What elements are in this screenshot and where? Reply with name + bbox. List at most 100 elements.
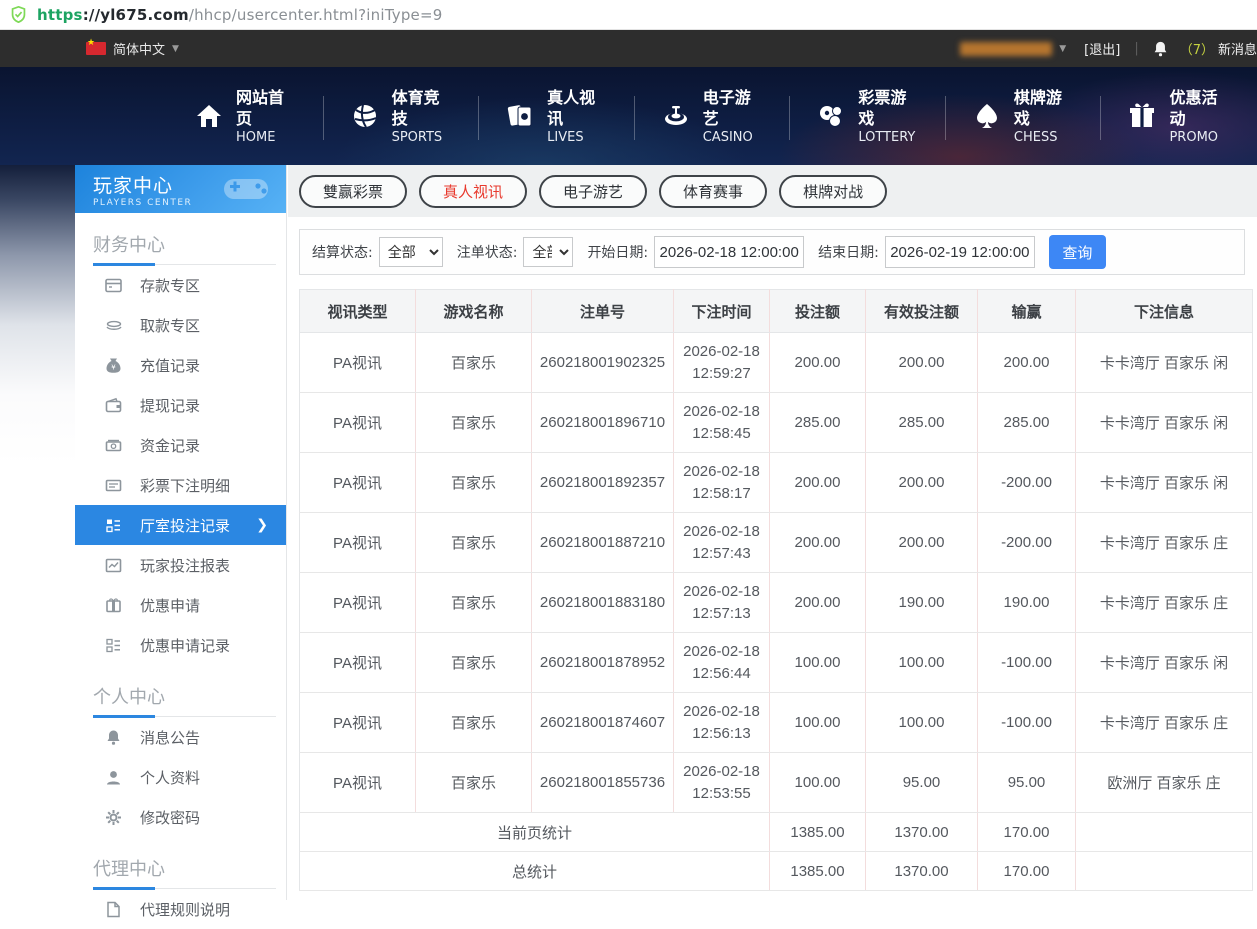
sidebar-item-存款专区[interactable]: 存款专区 xyxy=(75,265,286,305)
table-cell: 卡卡湾厅 百家乐 庄 xyxy=(1076,513,1253,573)
table-cell: 百家乐 xyxy=(416,753,532,813)
nav-item-lottery[interactable]: 彩票游戏LOTTERY xyxy=(790,88,946,144)
summary-row: 当前页统计1385.001370.00170.00 xyxy=(300,813,1253,852)
tab-真人视讯[interactable]: 真人视讯 xyxy=(419,175,527,208)
logout-link[interactable]: [退出] xyxy=(1084,39,1120,58)
table-cell: 200.00 xyxy=(866,333,978,393)
table-cell: 95.00 xyxy=(978,753,1076,813)
sidebar-item-厅室投注记录[interactable]: 厅室投注记录❯ xyxy=(75,505,286,545)
nav-item-promo[interactable]: 优惠活动PROMO xyxy=(1101,88,1257,144)
sidebar-item-label: 存款专区 xyxy=(140,275,200,296)
sidebar-item-消息公告[interactable]: 消息公告 xyxy=(75,717,286,757)
sidebar-item-代理规则说明[interactable]: 代理规则说明 xyxy=(75,889,286,929)
end-date-input[interactable] xyxy=(885,236,1035,268)
address-text[interactable]: https://yl675.com/hhcp/usercenter.html?i… xyxy=(37,6,442,24)
tab-雙赢彩票[interactable]: 雙赢彩票 xyxy=(299,175,407,208)
main-nav: 网站首页HOME体育竞技SPORTS真人视讯LIVES电子游艺CASINO彩票游… xyxy=(0,67,1257,165)
table-cell: 100.00 xyxy=(866,693,978,753)
order-status-label: 注单状态: xyxy=(457,242,518,262)
sidebar-item-label: 修改密码 xyxy=(140,807,200,828)
url-path: /hhcp/usercenter.html?iniType=9 xyxy=(189,6,443,24)
sidebar-item-彩票下注明细[interactable]: 彩票下注明细 xyxy=(75,465,286,505)
sidebar-item-label: 资金记录 xyxy=(140,435,200,456)
table-cell: 95.00 xyxy=(866,753,978,813)
search-button[interactable]: 查询 xyxy=(1049,235,1106,269)
username-redacted[interactable] xyxy=(960,42,1052,56)
table-cell: 200.00 xyxy=(770,333,866,393)
sidebar-item-提现记录[interactable]: 提现记录 xyxy=(75,385,286,425)
nav-item-chess[interactable]: 棋牌游戏CHESS xyxy=(946,88,1102,144)
table-cell: 卡卡湾厅 百家乐 庄 xyxy=(1076,573,1253,633)
page-left-gutter xyxy=(0,165,75,900)
table-cell: PA视讯 xyxy=(300,513,416,573)
sidebar: 玩家中心 PLAYERS CENTER 财务中心存款专区取款专区¥充值记录提现记… xyxy=(75,165,287,900)
bet-records-table: 视讯类型游戏名称注单号下注时间投注额有效投注额输赢下注信息PA视讯百家乐2602… xyxy=(299,289,1253,891)
sidebar-item-label: 玩家投注报表 xyxy=(140,555,230,576)
table-cell: 百家乐 xyxy=(416,633,532,693)
nav-label-zh: 体育竞技 xyxy=(392,87,454,130)
table-cell: 285.00 xyxy=(978,393,1076,453)
nav-label-zh: 电子游艺 xyxy=(703,87,765,130)
settle-status-select[interactable]: 全部 xyxy=(379,237,443,267)
table-cell: 卡卡湾厅 百家乐 庄 xyxy=(1076,693,1253,753)
table-row: PA视讯百家乐2602180018557362026-02-1812:53:55… xyxy=(300,753,1253,813)
withdraw-icon xyxy=(105,317,122,334)
table-cell: 2026-02-1812:59:27 xyxy=(674,333,770,393)
summary-label: 当前页统计 xyxy=(300,813,770,852)
sidebar-item-取款专区[interactable]: 取款专区 xyxy=(75,305,286,345)
nav-label-zh: 网站首页 xyxy=(236,87,298,130)
table-cell: 卡卡湾厅 百家乐 闲 xyxy=(1076,393,1253,453)
language-selector[interactable]: 简体中文 xyxy=(113,39,165,58)
column-header: 下注时间 xyxy=(674,290,770,333)
secure-shield-icon xyxy=(10,6,27,23)
nav-item-sports[interactable]: 体育竞技SPORTS xyxy=(324,88,480,144)
cashout-icon xyxy=(105,397,122,414)
tab-体育赛事[interactable]: 体育赛事 xyxy=(659,175,767,208)
sidebar-item-修改密码[interactable]: 修改密码 xyxy=(75,797,286,837)
table-cell: 100.00 xyxy=(866,633,978,693)
main-content: 雙赢彩票真人视讯电子游艺体育赛事棋牌对战 结算状态: 全部 注单状态: 全部 开… xyxy=(288,165,1257,900)
sidebar-item-资金记录[interactable]: 资金记录 xyxy=(75,425,286,465)
nav-item-casino[interactable]: 电子游艺CASINO xyxy=(635,88,791,144)
nav-item-lives[interactable]: 真人视讯LIVES xyxy=(479,88,635,144)
summary-value: 1370.00 xyxy=(866,852,978,891)
table-cell: 2026-02-1812:56:13 xyxy=(674,693,770,753)
table-cell: 200.00 xyxy=(770,573,866,633)
message-label[interactable]: 新消息 xyxy=(1218,39,1257,58)
filter-bar: 结算状态: 全部 注单状态: 全部 开始日期: 结束日期: 查询 xyxy=(299,229,1245,275)
password-icon xyxy=(105,809,122,826)
notification-bell-icon[interactable] xyxy=(1153,41,1168,57)
table-cell: 190.00 xyxy=(866,573,978,633)
table-row: PA视讯百家乐2602180018789522026-02-1812:56:44… xyxy=(300,633,1253,693)
report-icon xyxy=(105,557,122,574)
language-caret-icon[interactable]: ▼ xyxy=(172,44,179,54)
sidebar-item-优惠申请记录[interactable]: 优惠申请记录 xyxy=(75,625,286,665)
topbar-divider: | xyxy=(1134,41,1138,56)
tab-棋牌对战[interactable]: 棋牌对战 xyxy=(779,175,887,208)
sidebar-item-充值记录[interactable]: ¥充值记录 xyxy=(75,345,286,385)
table-cell: 260218001892357 xyxy=(532,453,674,513)
column-header: 游戏名称 xyxy=(416,290,532,333)
bell-icon xyxy=(105,729,122,746)
table-cell: PA视讯 xyxy=(300,633,416,693)
table-cell: 2026-02-1812:58:17 xyxy=(674,453,770,513)
sidebar-item-优惠申请[interactable]: 优惠申请 xyxy=(75,585,286,625)
nav-label-en: HOME xyxy=(236,130,298,146)
tab-电子游艺[interactable]: 电子游艺 xyxy=(539,175,647,208)
message-count[interactable]: （7） xyxy=(1180,39,1214,58)
nav-item-home[interactable]: 网站首页HOME xyxy=(168,88,324,144)
table-cell: PA视讯 xyxy=(300,333,416,393)
table-cell: 百家乐 xyxy=(416,453,532,513)
end-date-label: 结束日期: xyxy=(818,242,879,262)
order-status-select[interactable]: 全部 xyxy=(523,237,573,267)
sidebar-item-玩家投注报表[interactable]: 玩家投注报表 xyxy=(75,545,286,585)
chess-icon xyxy=(972,101,1002,131)
user-caret-icon[interactable]: ▼ xyxy=(1059,44,1066,54)
sidebar-item-个人资料[interactable]: 个人资料 xyxy=(75,757,286,797)
table-cell: -200.00 xyxy=(978,453,1076,513)
start-date-input[interactable] xyxy=(654,236,804,268)
sidebar-item-label: 取款专区 xyxy=(140,315,200,336)
summary-row: 总统计1385.001370.00170.00 xyxy=(300,852,1253,891)
sidebar-menu: 财务中心存款专区取款专区¥充值记录提现记录资金记录彩票下注明细厅室投注记录❯玩家… xyxy=(75,213,286,929)
table-cell: -100.00 xyxy=(978,693,1076,753)
